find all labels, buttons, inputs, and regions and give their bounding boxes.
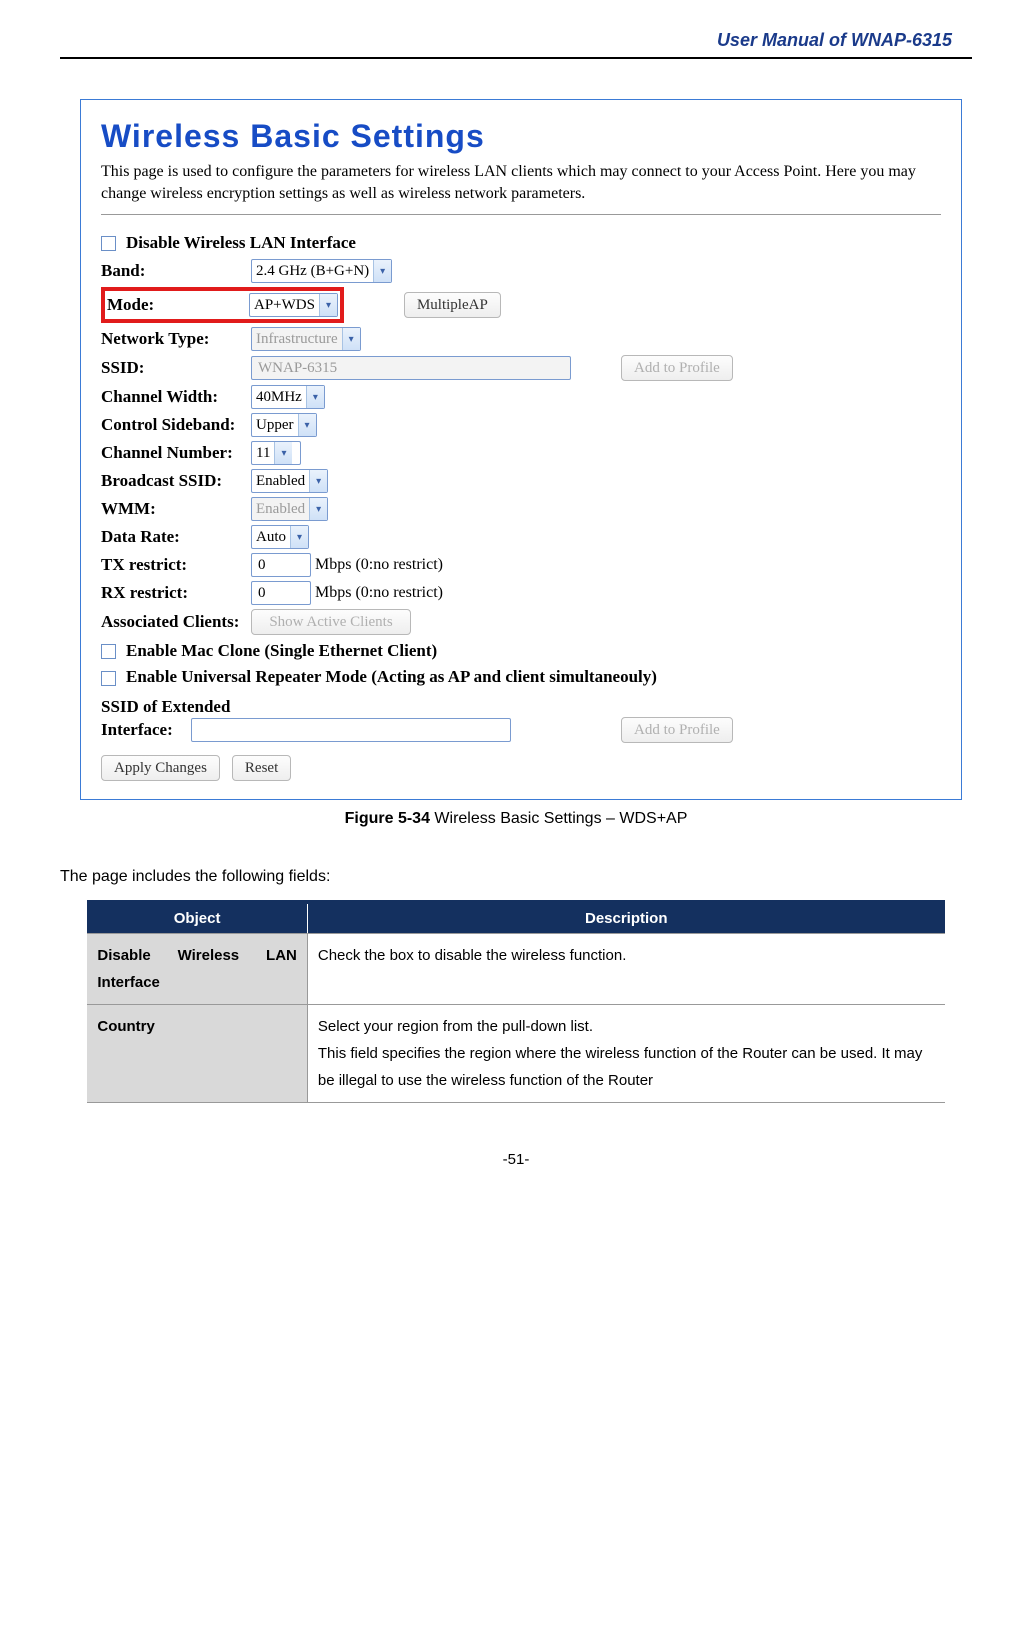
data-rate-select[interactable]: Auto ▾ bbox=[251, 525, 309, 549]
rx-restrict-unit: Mbps (0:no restrict) bbox=[315, 584, 443, 602]
apply-changes-button[interactable]: Apply Changes bbox=[101, 755, 220, 781]
network-type-value: Infrastructure bbox=[256, 331, 338, 348]
broadcast-ssid-value: Enabled bbox=[256, 473, 305, 490]
header-rule bbox=[60, 57, 972, 59]
channel-width-label: Channel Width: bbox=[101, 387, 251, 407]
chevron-down-icon: ▾ bbox=[309, 470, 327, 492]
band-select[interactable]: 2.4 GHz (B+G+N) ▾ bbox=[251, 259, 392, 283]
panel-title: Wireless Basic Settings bbox=[101, 118, 941, 155]
associated-clients-label: Associated Clients: bbox=[101, 613, 251, 632]
mode-label: Mode: bbox=[107, 295, 249, 315]
ssid-label: SSID: bbox=[101, 358, 251, 378]
divider bbox=[101, 214, 941, 215]
table-row: Country Select your region from the pull… bbox=[87, 1005, 944, 1103]
add-to-profile-button: Add to Profile bbox=[621, 355, 733, 381]
obj-cell-1: Disable Wireless LAN Interface bbox=[87, 934, 307, 1005]
band-value: 2.4 GHz (B+G+N) bbox=[256, 263, 369, 280]
chevron-down-icon: ▾ bbox=[319, 294, 337, 316]
control-sideband-value: Upper bbox=[256, 417, 294, 434]
fields-table: Object Description Disable Wireless LAN … bbox=[87, 900, 944, 1103]
wmm-label: WMM: bbox=[101, 499, 251, 519]
data-rate-value: Auto bbox=[256, 529, 286, 546]
control-sideband-select[interactable]: Upper ▾ bbox=[251, 413, 317, 437]
ssid-extended-label: SSID of Extended bbox=[101, 698, 230, 717]
channel-number-value: 11 bbox=[256, 445, 270, 462]
table-row: Disable Wireless LAN Interface Check the… bbox=[87, 934, 944, 1005]
chevron-down-icon: ▾ bbox=[342, 328, 360, 350]
reset-button[interactable]: Reset bbox=[232, 755, 291, 781]
channel-number-select[interactable]: 11 ▾ bbox=[251, 441, 301, 465]
chevron-down-icon: ▾ bbox=[298, 414, 316, 436]
ssid-value: WNAP-6315 bbox=[258, 360, 337, 377]
screenshot-panel: Wireless Basic Settings This page is use… bbox=[80, 99, 962, 800]
network-type-select: Infrastructure ▾ bbox=[251, 327, 361, 351]
desc-cell-2: Select your region from the pull-down li… bbox=[307, 1005, 944, 1103]
control-sideband-label: Control Sideband: bbox=[101, 416, 251, 435]
tx-restrict-unit: Mbps (0:no restrict) bbox=[315, 556, 443, 574]
chevron-down-icon: ▾ bbox=[306, 386, 324, 408]
band-label: Band: bbox=[101, 261, 251, 281]
wmm-select: Enabled ▾ bbox=[251, 497, 328, 521]
chevron-down-icon: ▾ bbox=[373, 260, 391, 282]
enable-mac-clone-checkbox[interactable] bbox=[101, 644, 116, 659]
chevron-down-icon: ▾ bbox=[274, 442, 292, 464]
figure-caption-bold: Figure 5-34 bbox=[345, 810, 430, 827]
tx-restrict-value: 0 bbox=[258, 557, 266, 574]
disable-wlan-row: Disable Wireless LAN Interface bbox=[101, 229, 941, 257]
tx-restrict-label: TX restrict: bbox=[101, 555, 251, 575]
rx-restrict-value: 0 bbox=[258, 585, 266, 602]
broadcast-ssid-select[interactable]: Enabled ▾ bbox=[251, 469, 328, 493]
disable-wlan-label: Disable Wireless LAN Interface bbox=[126, 233, 356, 253]
channel-width-value: 40MHz bbox=[256, 389, 302, 406]
table-head-object: Object bbox=[87, 902, 307, 934]
page-number: -51- bbox=[60, 1151, 972, 1168]
enable-universal-repeater-checkbox[interactable] bbox=[101, 671, 116, 686]
enable-mac-clone-label: Enable Mac Clone (Single Ethernet Client… bbox=[126, 641, 437, 661]
header-title: User Manual of WNAP-6315 bbox=[60, 30, 972, 57]
enable-universal-repeater-label: Enable Universal Repeater Mode (Acting a… bbox=[126, 667, 657, 687]
network-type-label: Network Type: bbox=[101, 329, 251, 349]
chevron-down-icon: ▾ bbox=[309, 498, 327, 520]
desc-cell-1: Check the box to disable the wireless fu… bbox=[307, 934, 944, 1005]
wmm-value: Enabled bbox=[256, 501, 305, 518]
enable-universal-repeater-row: Enable Universal Repeater Mode (Acting a… bbox=[101, 665, 941, 693]
panel-description: This page is used to configure the param… bbox=[101, 161, 941, 204]
ssid-extended-label-2: Interface: bbox=[101, 720, 191, 740]
chevron-down-icon: ▾ bbox=[290, 526, 308, 548]
show-active-clients-button: Show Active Clients bbox=[251, 609, 411, 635]
disable-wlan-checkbox[interactable] bbox=[101, 236, 116, 251]
channel-width-select[interactable]: 40MHz ▾ bbox=[251, 385, 325, 409]
multiple-ap-button[interactable]: MultipleAP bbox=[404, 292, 501, 318]
channel-number-label: Channel Number: bbox=[101, 444, 251, 463]
tx-restrict-input[interactable]: 0 bbox=[251, 553, 311, 577]
figure-caption-text: Wireless Basic Settings – WDS+AP bbox=[430, 810, 687, 827]
mode-highlight: Mode: AP+WDS ▾ bbox=[101, 287, 344, 323]
add-to-profile-button-2: Add to Profile bbox=[621, 717, 733, 743]
data-rate-label: Data Rate: bbox=[101, 527, 251, 547]
ssid-extended-input[interactable] bbox=[191, 718, 511, 742]
table-head-description: Description bbox=[307, 902, 944, 934]
enable-mac-clone-row: Enable Mac Clone (Single Ethernet Client… bbox=[101, 637, 941, 665]
ssid-input[interactable]: WNAP-6315 bbox=[251, 356, 571, 380]
mode-select[interactable]: AP+WDS ▾ bbox=[249, 293, 338, 317]
obj-cell-2: Country bbox=[87, 1005, 307, 1103]
mode-value: AP+WDS bbox=[254, 297, 315, 314]
rx-restrict-label: RX restrict: bbox=[101, 583, 251, 603]
intro-text: The page includes the following fields: bbox=[60, 868, 972, 886]
rx-restrict-input[interactable]: 0 bbox=[251, 581, 311, 605]
broadcast-ssid-label: Broadcast SSID: bbox=[101, 471, 251, 491]
figure-caption: Figure 5-34 Wireless Basic Settings – WD… bbox=[60, 810, 972, 828]
